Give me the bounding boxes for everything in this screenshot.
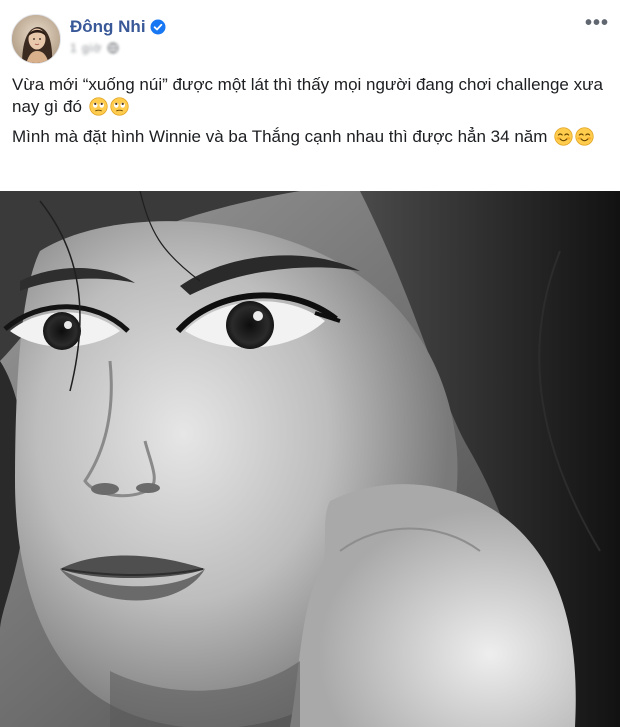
smiling-blush-emoji-icon [575,127,594,146]
post-timestamp[interactable]: 1 giờ [70,41,102,55]
post-text-paragraph-1: Vừa mới “xuống núi” được một lát thì thấ… [12,74,610,118]
rolling-eyes-emoji-icon [110,97,129,116]
smiling-blush-emoji-icon [554,127,573,146]
post-text: Vừa mới “xuống núi” được một lát thì thấ… [12,74,610,156]
globe-icon[interactable] [107,42,119,54]
author-name-link[interactable]: Đông Nhi [70,17,146,37]
post-text-line-2: Mình mà đặt hình Winnie và ba Thắng cạnh… [12,127,548,146]
author-row: Đông Nhi [70,16,166,38]
post-header: Đông Nhi 1 giờ ••• [0,0,620,68]
verified-badge-icon [150,19,166,35]
avatar-photo [12,15,60,63]
more-options-dots: ••• [584,12,609,34]
author-avatar[interactable] [11,14,61,64]
rolling-eyes-emoji-icon [89,97,108,116]
more-options-icon[interactable]: ••• [584,12,610,34]
facebook-post: Đông Nhi 1 giờ ••• Vừa mới “xuống núi” đ… [0,0,620,727]
portrait-image [0,191,620,727]
post-meta: 1 giờ [70,40,119,56]
post-text-paragraph-2: Mình mà đặt hình Winnie và ba Thắng cạnh… [12,126,610,148]
post-photo[interactable] [0,191,620,727]
